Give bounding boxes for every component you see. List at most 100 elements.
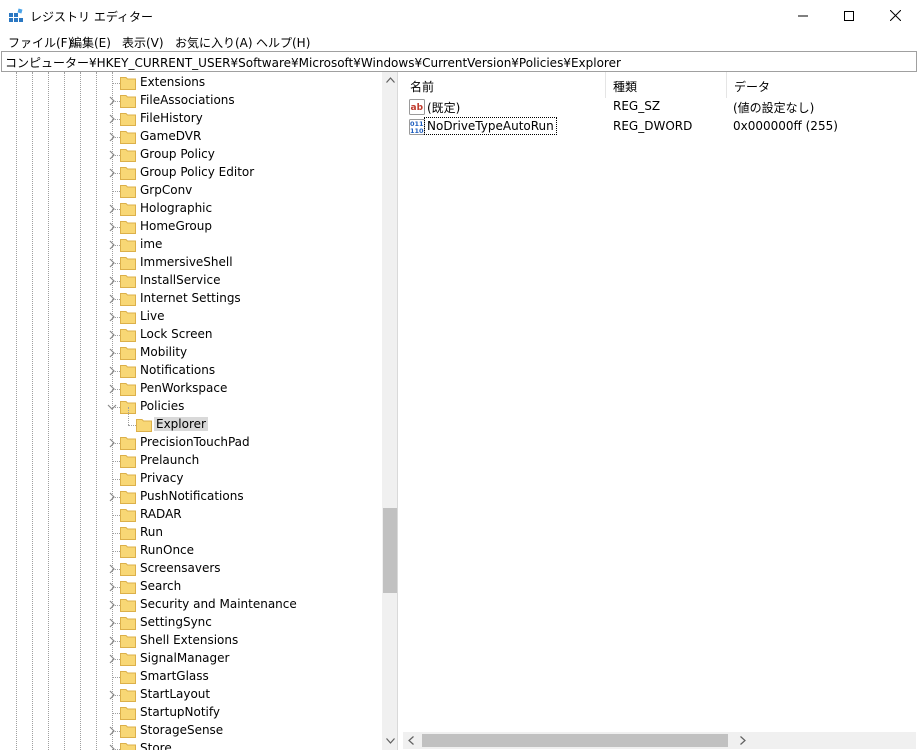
value-row[interactable]: 011 110 NoDriveTypeAutoRun REG_DWORD 0x0… — [403, 117, 903, 137]
tree-item[interactable]: Group Policy Editor — [1, 164, 381, 182]
column-header-name[interactable]: 名前 — [403, 72, 605, 98]
tree-item[interactable]: StartupNotify — [1, 704, 381, 722]
tree-item[interactable]: StorageSense — [1, 722, 381, 740]
tree-item[interactable]: Screensavers — [1, 560, 381, 578]
tree-item-label: Shell Extensions — [140, 633, 239, 647]
chevron-right-icon[interactable] — [105, 327, 119, 343]
tree-item[interactable]: SmartGlass — [1, 668, 381, 686]
column-header-type[interactable]: 種類 — [606, 72, 726, 98]
tree-item[interactable]: Run — [1, 524, 381, 542]
tree-item[interactable]: InstallService — [1, 272, 381, 290]
tree-item[interactable]: Internet Settings — [1, 290, 381, 308]
chevron-right-icon[interactable] — [105, 633, 119, 649]
scroll-left-icon[interactable] — [408, 736, 414, 745]
close-button[interactable] — [872, 0, 918, 31]
tree-item[interactable]: GameDVR — [1, 128, 381, 146]
chevron-right-icon[interactable] — [105, 579, 119, 595]
tree-item[interactable]: RADAR — [1, 506, 381, 524]
chevron-right-icon[interactable] — [105, 489, 119, 505]
chevron-right-icon[interactable] — [105, 381, 119, 397]
tree-item[interactable]: Security and Maintenance — [1, 596, 381, 614]
chevron-right-icon[interactable] — [105, 219, 119, 235]
tree-item[interactable]: ImmersiveShell — [1, 254, 381, 272]
tree-scroll-thumb[interactable] — [383, 508, 397, 593]
tree-item[interactable]: Mobility — [1, 344, 381, 362]
chevron-right-icon[interactable] — [105, 687, 119, 703]
folder-icon — [120, 545, 136, 558]
tree-item[interactable]: SettingSync — [1, 614, 381, 632]
list-horizontal-scrollbar[interactable] — [403, 732, 916, 749]
tree-connector — [112, 479, 120, 480]
chevron-right-icon[interactable] — [105, 651, 119, 667]
menu-help[interactable]: ヘルプ(H) — [256, 34, 310, 51]
minimize-button[interactable] — [780, 0, 826, 31]
maximize-button[interactable] — [826, 0, 872, 31]
chevron-right-icon[interactable] — [105, 165, 119, 181]
chevron-right-icon[interactable] — [105, 363, 119, 379]
tree-item[interactable]: Policies — [1, 398, 381, 416]
tree-item[interactable]: Holographic — [1, 200, 381, 218]
tree-item[interactable]: Explorer — [1, 407, 381, 434]
tree-item[interactable]: PenWorkspace — [1, 380, 381, 398]
value-row[interactable]: ab (既定) REG_SZ (値の設定なし) — [403, 97, 903, 117]
tree-item[interactable]: StartLayout — [1, 686, 381, 704]
menu-view[interactable]: 表示(V) — [122, 34, 164, 51]
chevron-right-icon[interactable] — [105, 201, 119, 217]
chevron-right-icon[interactable] — [105, 309, 119, 325]
chevron-right-icon[interactable] — [105, 255, 119, 271]
tree-connector — [112, 551, 120, 552]
tree-item[interactable]: Store — [1, 740, 381, 750]
tree-item[interactable]: Live — [1, 308, 381, 326]
scroll-right-icon[interactable] — [740, 736, 746, 745]
chevron-right-icon[interactable] — [105, 237, 119, 253]
tree-item[interactable]: Privacy — [1, 470, 381, 488]
tree-item[interactable]: Lock Screen — [1, 326, 381, 344]
menu-file[interactable]: ファイル(F) — [8, 34, 72, 51]
tree-item[interactable]: PrecisionTouchPad — [1, 434, 381, 452]
folder-icon — [120, 635, 136, 648]
menu-favorites[interactable]: お気に入り(A) — [175, 34, 253, 51]
tree-item[interactable]: FileAssociations — [1, 92, 381, 110]
chevron-right-icon[interactable] — [105, 345, 119, 361]
tree-item[interactable]: PushNotifications — [1, 488, 381, 506]
tree-item[interactable]: Prelaunch — [1, 452, 381, 470]
scroll-down-icon[interactable] — [386, 738, 395, 744]
chevron-right-icon[interactable] — [105, 93, 119, 109]
tree-item[interactable]: SignalManager — [1, 650, 381, 668]
address-bar[interactable]: コンピューター¥HKEY_CURRENT_USER¥Software¥Micro… — [1, 51, 917, 72]
tree-item[interactable]: Notifications — [1, 362, 381, 380]
tree-item[interactable]: FileHistory — [1, 110, 381, 128]
scroll-up-icon[interactable] — [386, 77, 395, 83]
tree-vertical-scrollbar[interactable] — [382, 72, 397, 750]
chevron-right-icon[interactable] — [105, 723, 119, 739]
tree-item[interactable]: Shell Extensions — [1, 632, 381, 650]
menu-edit[interactable]: 編集(E) — [70, 34, 111, 51]
chevron-right-icon[interactable] — [105, 597, 119, 613]
tree-item[interactable]: ime — [1, 236, 381, 254]
tree-item[interactable]: RunOnce — [1, 542, 381, 560]
key-tree-pane[interactable]: Extensions FileAssociations FileHistory Gam… — [1, 72, 398, 750]
chevron-right-icon[interactable] — [105, 741, 119, 750]
tree-item[interactable]: HomeGroup — [1, 218, 381, 236]
value-list-pane[interactable]: 名前 種類 データ ab (既定) REG_SZ (値の設定なし) 011 11… — [403, 72, 916, 750]
tree-item[interactable]: GrpConv — [1, 182, 381, 200]
tree-item-label: SmartGlass — [140, 669, 209, 683]
chevron-right-icon[interactable] — [105, 129, 119, 145]
column-header-data[interactable]: データ — [727, 72, 907, 98]
tree-item[interactable]: Group Policy — [1, 146, 381, 164]
chevron-right-icon[interactable] — [105, 111, 119, 127]
list-scroll-thumb[interactable] — [422, 734, 728, 747]
chevron-right-icon[interactable] — [105, 615, 119, 631]
chevron-right-icon[interactable] — [105, 147, 119, 163]
tree-item[interactable]: Search — [1, 578, 381, 596]
chevron-right-icon[interactable] — [105, 273, 119, 289]
folder-icon — [120, 203, 136, 216]
chevron-right-icon[interactable] — [105, 435, 119, 451]
tree-connector — [128, 425, 136, 426]
chevron-right-icon[interactable] — [105, 291, 119, 307]
tree-item[interactable]: Extensions — [1, 74, 381, 92]
value-data: 0x000000ff (255) — [733, 119, 838, 133]
address-path[interactable]: コンピューター¥HKEY_CURRENT_USER¥Software¥Micro… — [5, 54, 621, 71]
chevron-down-icon[interactable] — [105, 399, 119, 415]
chevron-right-icon[interactable] — [105, 561, 119, 577]
